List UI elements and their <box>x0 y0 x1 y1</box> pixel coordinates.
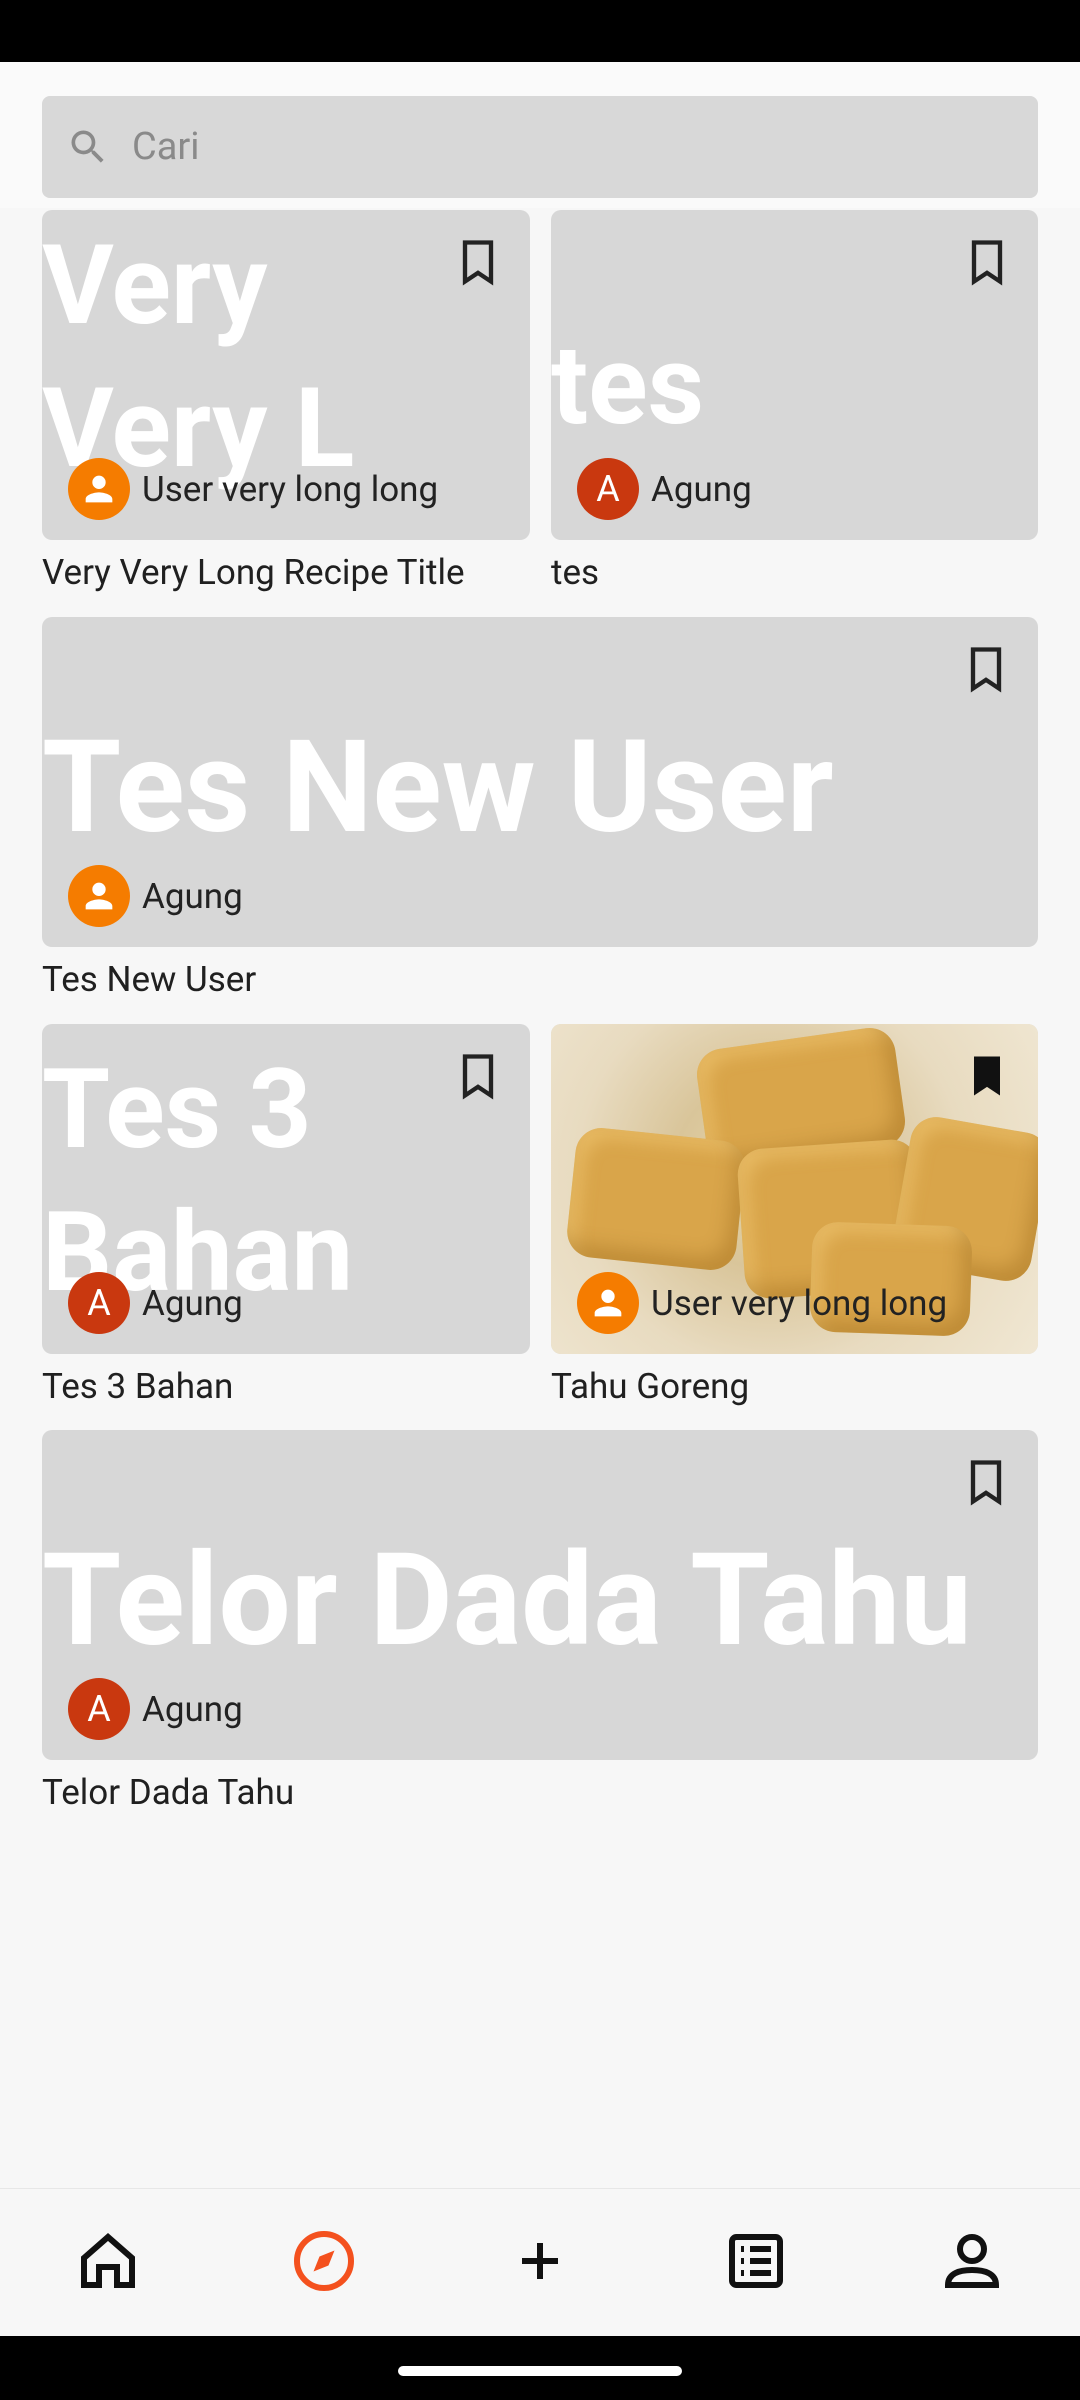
person-icon <box>85 882 113 910</box>
bookmark-icon[interactable] <box>960 641 1012 697</box>
author-name: User very long long <box>142 468 439 510</box>
list-icon[interactable] <box>720 2225 792 2297</box>
home-handle[interactable] <box>398 2366 682 2376</box>
avatar <box>68 865 130 927</box>
recipe-title[interactable]: Tes New User <box>42 959 256 1000</box>
author: User very long long <box>68 458 438 520</box>
search-input[interactable]: Cari <box>132 125 200 169</box>
recipe-card[interactable]: Tes 3 Bahan A Agung <box>42 1024 530 1354</box>
recipe-card[interactable]: Tes New User Agung <box>42 617 1038 947</box>
author-name: Agung <box>651 468 752 510</box>
home-icon[interactable] <box>72 2225 144 2297</box>
add-icon[interactable] <box>504 2225 576 2297</box>
card-overlay-title: tes <box>551 321 705 450</box>
recipe-card[interactable]: Telor Dada Tahu A Agung <box>42 1430 1038 1760</box>
author: Agung <box>68 865 243 927</box>
search-icon <box>71 130 104 163</box>
card-overlay-title: Tes New User <box>42 713 834 863</box>
card-overlay-title: Telor Dada Tahu <box>42 1526 972 1676</box>
avatar: A <box>577 458 639 520</box>
recipe-card[interactable]: Very Very L User very long long <box>42 210 530 540</box>
avatar: A <box>68 1272 130 1334</box>
author: A Agung <box>577 458 752 520</box>
recipe-title[interactable]: Telor Dada Tahu <box>42 1772 294 1813</box>
bookmark-icon[interactable] <box>960 1454 1012 1510</box>
author-name: User very long long <box>651 1282 948 1324</box>
person-icon <box>594 1289 622 1317</box>
bookmark-icon[interactable] <box>961 234 1013 290</box>
bookmark-icon[interactable] <box>452 234 504 290</box>
author-name: Agung <box>142 1282 243 1324</box>
author: User very long long <box>577 1272 947 1334</box>
recipe-title[interactable]: Very Very Long Recipe Title <box>42 552 465 593</box>
author-name: Agung <box>142 875 243 917</box>
avatar: A <box>68 1678 130 1740</box>
person-icon <box>85 475 113 503</box>
avatar <box>577 1272 639 1334</box>
recipe-card[interactable]: tes A Agung <box>551 210 1038 540</box>
recipe-title[interactable]: Tahu Goreng <box>551 1366 749 1407</box>
bookmark-icon[interactable] <box>452 1048 504 1104</box>
bookmark-filled-icon[interactable] <box>961 1048 1013 1104</box>
recipe-title[interactable]: Tes 3 Bahan <box>42 1366 233 1407</box>
bottom-nav <box>0 2188 1080 2337</box>
status-bar <box>0 0 1080 62</box>
recipe-card[interactable]: User very long long <box>551 1024 1038 1354</box>
avatar <box>68 458 130 520</box>
author: A Agung <box>68 1272 243 1334</box>
profile-icon[interactable] <box>936 2225 1008 2297</box>
explore-icon[interactable] <box>288 2225 360 2297</box>
search-bar[interactable]: Cari <box>42 96 1038 198</box>
author-name: Agung <box>142 1688 243 1730</box>
header: Cari <box>0 62 1080 208</box>
author: A Agung <box>68 1678 243 1740</box>
recipe-title[interactable]: tes <box>551 552 599 593</box>
